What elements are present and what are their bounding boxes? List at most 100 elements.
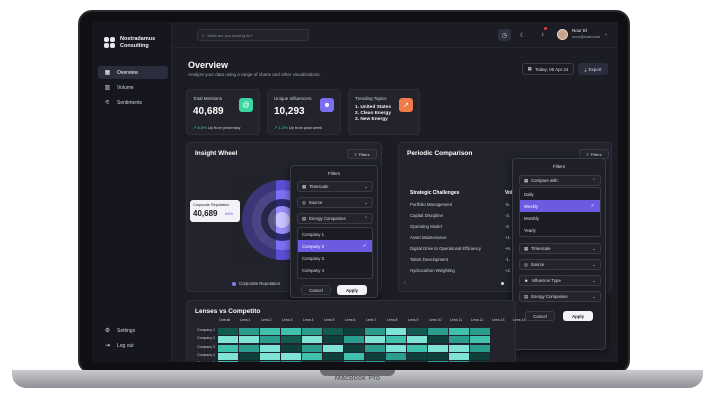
chevron-left-icon[interactable]: ‹ [404, 280, 406, 286]
group-select[interactable]: ▤ Energy Companies ⌄ [519, 291, 601, 302]
heatmap-cell[interactable] [302, 352, 322, 360]
heatmap-cell[interactable] [239, 336, 259, 344]
heatmap-cell[interactable] [323, 344, 343, 352]
heatmap-cell[interactable] [365, 361, 385, 362]
heatmap-cell[interactable] [407, 344, 427, 352]
sidebar-item-overview[interactable]: ▦ Overview [98, 66, 168, 79]
cancel-button[interactable]: Cancel [525, 311, 555, 321]
date-picker-button[interactable]: ▦ Today, 05 Apr 24 [522, 63, 574, 75]
heatmap-cell[interactable] [239, 361, 259, 362]
heatmap-cell[interactable] [386, 328, 406, 335]
bell-icon[interactable]: ♪ [536, 29, 549, 41]
heatmap-cell[interactable] [449, 344, 469, 352]
sidebar-item-settings[interactable]: ⚙ Settings [98, 324, 168, 337]
heatmap-cell[interactable] [470, 328, 490, 335]
heatmap-cell[interactable] [344, 336, 364, 344]
heatmap-cell[interactable] [323, 361, 343, 362]
heatmap-cell[interactable] [407, 361, 427, 362]
heatmap-cell[interactable] [302, 336, 322, 344]
heatmap-cell[interactable] [344, 352, 364, 360]
heatmap-cell[interactable] [281, 344, 301, 352]
apply-button[interactable]: Apply [563, 311, 593, 321]
heatmap-cell[interactable] [449, 328, 469, 335]
heatmap-cell[interactable] [260, 344, 280, 352]
clock-icon[interactable]: ◷ [498, 29, 511, 41]
source-select[interactable]: ◎ Source ⌄ [519, 259, 601, 270]
heatmap-cell[interactable] [428, 352, 448, 360]
heatmap-cell[interactable] [239, 352, 259, 360]
heatmap-cell[interactable] [365, 336, 385, 344]
heatmap-cell[interactable] [428, 328, 448, 335]
heatmap-cell[interactable] [218, 336, 238, 344]
heatmap-cell[interactable] [344, 328, 364, 335]
heatmap-cell[interactable] [470, 361, 490, 362]
heatmap-cell[interactable] [260, 336, 280, 344]
source-select[interactable]: ◎ Source ⌄ [297, 197, 373, 208]
heatmap-cell[interactable] [386, 352, 406, 360]
apply-button[interactable]: Apply [337, 285, 367, 295]
heatmap-cell[interactable] [365, 352, 385, 360]
heatmap-cell[interactable] [260, 352, 280, 360]
option-company-4[interactable]: Company 4 [298, 264, 372, 276]
heatmap-cell[interactable] [428, 336, 448, 344]
heatmap-cell[interactable] [407, 328, 427, 335]
heatmap-cell[interactable] [218, 352, 238, 360]
influencer-type-select[interactable]: ☻ Influencer Type ⌄ [519, 275, 601, 286]
heatmap-cell[interactable] [428, 344, 448, 352]
cancel-button[interactable]: Cancel [301, 285, 331, 295]
heatmap-cell[interactable] [365, 328, 385, 335]
heatmap-cell[interactable] [470, 336, 490, 344]
sidebar-item-logout[interactable]: ⇥ Log out [98, 339, 168, 352]
moon-icon[interactable]: ☾ [516, 29, 529, 41]
heatmap-cell[interactable] [344, 361, 364, 362]
pager-dot[interactable] [501, 282, 504, 285]
heatmap-cell[interactable] [386, 336, 406, 344]
option-company-1[interactable]: Company 1 [298, 228, 372, 240]
sidebar-item-volume[interactable]: ▥ Volume [98, 81, 168, 94]
heatmap-cell[interactable] [281, 336, 301, 344]
heatmap-cell[interactable] [302, 328, 322, 335]
heatmap-cell[interactable] [386, 361, 406, 362]
timescale-select[interactable]: ▦ Timescale ⌄ [297, 181, 373, 192]
export-button[interactable]: ⤓ Export [578, 63, 608, 75]
heatmap-cell[interactable] [218, 361, 238, 362]
heatmap-cell[interactable] [218, 344, 238, 352]
heatmap-cell[interactable] [302, 361, 322, 362]
heatmap-cell[interactable] [449, 361, 469, 362]
option-daily[interactable]: Daily [520, 188, 600, 200]
heatmap-cell[interactable] [428, 361, 448, 362]
option-company-2[interactable]: Company 2 ✓ [298, 240, 372, 252]
option-company-3[interactable]: Company 3 [298, 252, 372, 264]
heatmap-cell[interactable] [470, 352, 490, 360]
option-weekly[interactable]: Weekly ✓ [520, 200, 600, 212]
insight-filters-button[interactable]: ≡ Filters [347, 149, 377, 159]
sidebar-item-sentiments[interactable]: ⚟ Sentiments [98, 96, 168, 109]
heatmap-cell[interactable] [239, 344, 259, 352]
search-input[interactable]: ⌕ What are you looking for? [197, 29, 309, 41]
heatmap-cell[interactable] [365, 344, 385, 352]
option-monthly[interactable]: Monthly [520, 212, 600, 224]
heatmap-cell[interactable] [407, 352, 427, 360]
option-yearly[interactable]: Yearly [520, 224, 600, 236]
group-select[interactable]: ▤ Energy Companies ⌃ [297, 213, 373, 224]
heatmap-cell[interactable] [260, 328, 280, 335]
heatmap-cell[interactable] [281, 352, 301, 360]
timescale-select[interactable]: ▦ Timescale ⌄ [519, 243, 601, 254]
user-menu[interactable]: Nour El nour@mail.com ⌄ [557, 28, 608, 40]
heatmap-cell[interactable] [449, 352, 469, 360]
heatmap-cell[interactable] [386, 344, 406, 352]
heatmap-cell[interactable] [323, 328, 343, 335]
heatmap-cell[interactable] [218, 328, 238, 335]
heatmap-cell[interactable] [281, 328, 301, 335]
heatmap-cell[interactable] [302, 344, 322, 352]
heatmap-cell[interactable] [344, 344, 364, 352]
heatmap-cell[interactable] [281, 361, 301, 362]
heatmap-cell[interactable] [260, 361, 280, 362]
heatmap-cell[interactable] [449, 336, 469, 344]
compare-select[interactable]: ▦ Compare with: ⌃ [519, 175, 601, 186]
heatmap-cell[interactable] [239, 328, 259, 335]
heatmap-cell[interactable] [323, 352, 343, 360]
heatmap-cell[interactable] [407, 336, 427, 344]
heatmap-cell[interactable] [470, 344, 490, 352]
heatmap-cell[interactable] [323, 336, 343, 344]
